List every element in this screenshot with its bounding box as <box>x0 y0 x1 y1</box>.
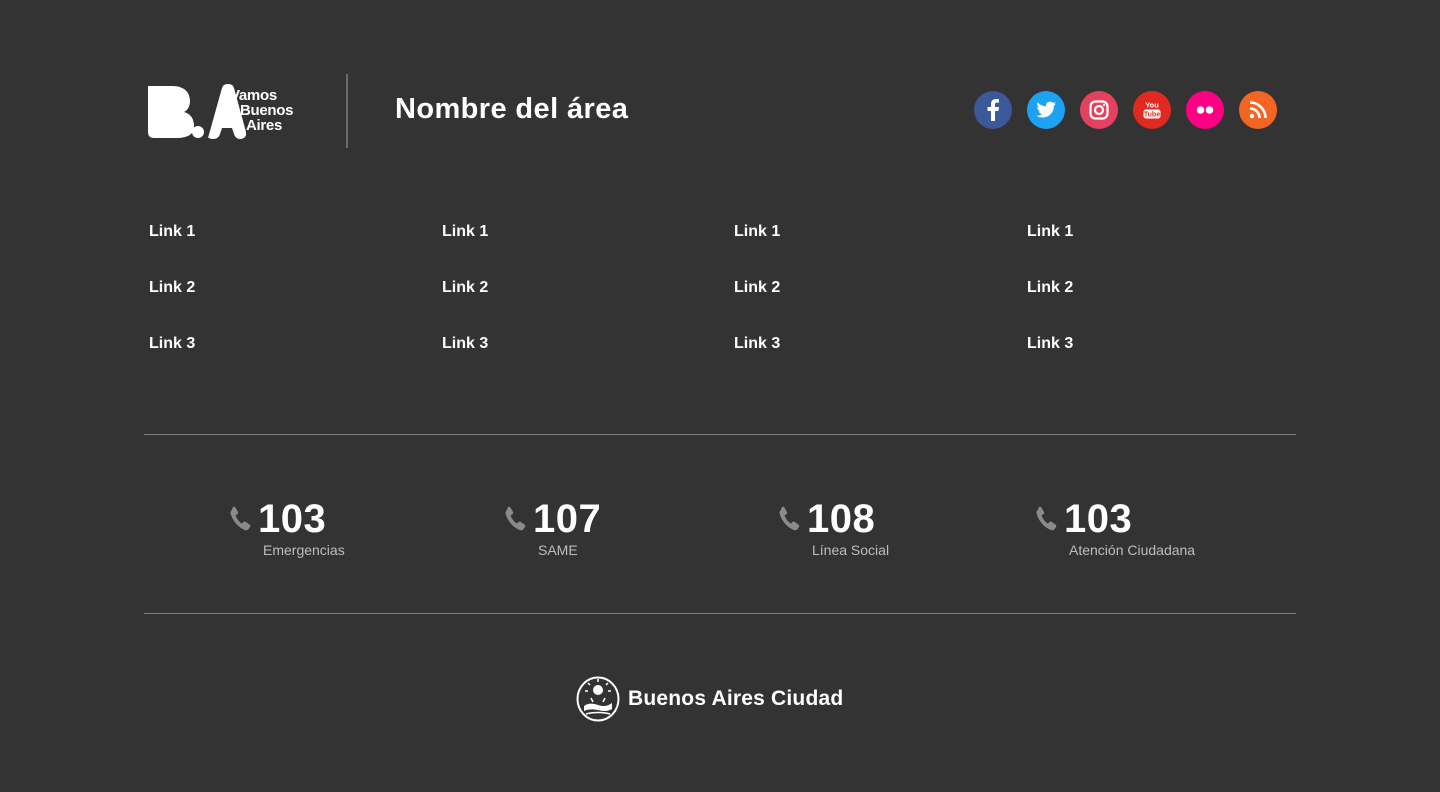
divider-top <box>144 434 1296 435</box>
link-item[interactable]: Link 3 <box>149 334 442 390</box>
link-item[interactable]: Link 3 <box>1027 334 1073 390</box>
instagram-link[interactable] <box>1080 91 1118 129</box>
phone-label: Atención Ciudadana <box>1069 542 1196 558</box>
link-item[interactable]: Link 1 <box>1027 222 1073 278</box>
facebook-icon <box>987 99 999 121</box>
phone-number: 103 <box>258 497 327 541</box>
area-title: Nombre del área <box>395 93 629 125</box>
flickr-link[interactable] <box>1186 91 1224 129</box>
links-column-4: Link 1 Link 2 Link 3 <box>1027 222 1073 390</box>
facebook-link[interactable] <box>974 91 1012 129</box>
brand-line-1: Vamos <box>230 87 277 104</box>
phone-icon <box>505 506 526 531</box>
footer: Vamos Buenos Aires Nombre del área You T… <box>0 0 1440 792</box>
link-item[interactable]: Link 3 <box>442 334 734 390</box>
link-item[interactable]: Link 3 <box>734 334 1027 390</box>
flickr-icon <box>1196 106 1214 114</box>
link-item[interactable]: Link 1 <box>734 222 1027 278</box>
city-seal-icon <box>576 676 620 722</box>
phone-label: SAME <box>538 542 578 558</box>
phone-icon <box>1036 506 1057 531</box>
brand-text: Vamos Buenos Aires <box>230 87 294 134</box>
svg-text:You: You <box>1145 101 1159 110</box>
city-logo[interactable]: Buenos Aires Ciudad <box>576 676 843 722</box>
twitter-icon <box>1036 101 1056 118</box>
links-column-3: Link 1 Link 2 Link 3 <box>734 222 1027 390</box>
link-item[interactable]: Link 1 <box>149 222 442 278</box>
rss-link[interactable] <box>1239 91 1277 129</box>
divider-bottom <box>144 613 1296 614</box>
phone-number: 108 <box>807 497 876 541</box>
social-links: You Tube <box>974 91 1277 129</box>
phone-number: 103 <box>1064 497 1133 541</box>
links-column-1: Link 1 Link 2 Link 3 <box>149 222 442 390</box>
header-divider <box>346 74 348 148</box>
phone-icon <box>779 506 800 531</box>
phone-label: Emergencias <box>263 542 345 558</box>
link-item[interactable]: Link 1 <box>442 222 734 278</box>
twitter-link[interactable] <box>1027 91 1065 129</box>
footer-links: Link 1 Link 2 Link 3 Link 1 Link 2 Link … <box>149 222 1299 390</box>
youtube-icon: You Tube <box>1143 101 1161 119</box>
link-item[interactable]: Link 2 <box>734 278 1027 334</box>
link-item[interactable]: Link 2 <box>442 278 734 334</box>
phone-number: 107 <box>533 497 602 541</box>
youtube-link[interactable]: You Tube <box>1133 91 1171 129</box>
svg-text:Tube: Tube <box>1144 112 1160 119</box>
phone-icon <box>230 506 251 531</box>
link-item[interactable]: Link 2 <box>149 278 442 334</box>
phone-label: Línea Social <box>812 542 890 558</box>
ba-logo[interactable]: Vamos Buenos Aires <box>146 84 306 140</box>
link-item[interactable]: Link 2 <box>1027 278 1073 334</box>
rss-icon <box>1249 101 1267 119</box>
links-column-2: Link 1 Link 2 Link 3 <box>442 222 734 390</box>
instagram-icon <box>1089 100 1109 120</box>
brand-line-3: Aires <box>246 117 283 134</box>
city-name: Buenos Aires Ciudad <box>628 687 844 710</box>
brand-line-2: Buenos <box>240 102 294 119</box>
